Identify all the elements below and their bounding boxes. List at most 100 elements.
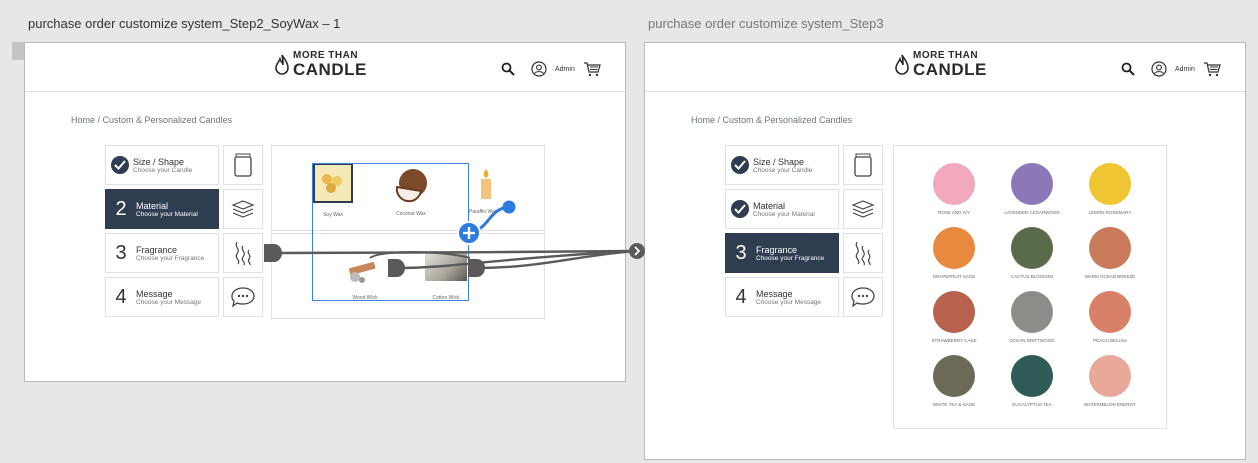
candle-image [481, 169, 491, 199]
fragrance-label: LAVENDER CEDARWOOD [1004, 210, 1060, 215]
step-subtitle: Choose your Material [136, 210, 198, 218]
breadcrumb[interactable]: Home / Custom & Personalized Candles [691, 115, 852, 125]
flame-icon [275, 54, 289, 75]
scent-icon[interactable] [223, 233, 263, 273]
selection-box[interactable] [312, 163, 469, 301]
fragrance-label: GRAPEFRUIT SAGE [932, 274, 976, 279]
step-material[interactable]: 2 Material Choose your Material [105, 189, 219, 229]
fragrance-swatch [933, 163, 975, 205]
step-subtitle: Choose your Fragrance [136, 254, 205, 262]
admin-label[interactable]: Admin [1175, 66, 1195, 73]
breadcrumb[interactable]: Home / Custom & Personalized Candles [71, 115, 232, 125]
fragrance-label: LEMON ROSEMARY [1088, 210, 1132, 215]
fragrance-swatch [933, 227, 975, 269]
user-icon[interactable] [1151, 61, 1167, 77]
logo-line2: CANDLE [913, 60, 987, 79]
step-title: Size / Shape [753, 156, 805, 167]
fragrance-label: STRAWBERRY CAKE [931, 338, 977, 343]
fragrance-lemon-rosemary[interactable]: LEMON ROSEMARY [1075, 163, 1145, 215]
material-label: Paraffin Wax [469, 209, 498, 215]
canvas-handle[interactable] [12, 42, 24, 60]
fragrance-peach-bellini[interactable]: PEACH BELLINI [1075, 291, 1145, 343]
step-subtitle: Choose your Candle [133, 166, 193, 174]
fragrance-eucalyptus-tea[interactable]: EUCALYPTUS TEA [997, 355, 1067, 407]
fragrance-label: ROSE AND IVY [938, 210, 970, 215]
fragrance-watermelon-energy[interactable]: WATERMELON ENERGY [1075, 355, 1145, 407]
fragrance-label: WATERMELON ENERGY [1083, 402, 1136, 407]
fragrance-swatch [1011, 227, 1053, 269]
frame-title-step3: purchase order customize system_Step3 [648, 16, 884, 31]
frame-title-step2: purchase order customize system_Step2_So… [28, 16, 341, 31]
step-number: 2 [115, 197, 127, 220]
check-icon [111, 156, 129, 174]
cart-icon[interactable] [583, 61, 601, 77]
step-subtitle: Choose your Material [753, 210, 815, 218]
chevron-right-icon[interactable] [629, 243, 645, 259]
jar-icon[interactable] [223, 145, 263, 185]
fragrance-swatch [1089, 227, 1131, 269]
step-title: Message [136, 288, 173, 299]
message-bubble-icon[interactable] [843, 277, 883, 317]
fragrance-swatch [1011, 355, 1053, 397]
fragrance-label: WARM OCEAN BREEZE [1084, 274, 1136, 279]
fragrance-strawberry-cake[interactable]: STRAWBERRY CAKE [919, 291, 989, 343]
step-subtitle: Choose your Message [756, 298, 822, 306]
step-subtitle: Choose your Candle [753, 166, 813, 174]
cart-icon[interactable] [1203, 61, 1221, 77]
step-number: 3 [115, 241, 127, 264]
check-icon [731, 156, 749, 174]
fragrance-lavender-cedarwood[interactable]: LAVENDER CEDARWOOD [997, 163, 1067, 215]
flame-icon [895, 54, 909, 75]
step-title: Material [753, 200, 786, 211]
step-size-shape[interactable]: Size / Shape Choose your Candle [105, 145, 219, 185]
fragrance-white-tea-sage[interactable]: WHITE TEA & SAGE [919, 355, 989, 407]
step-subtitle: Choose your Fragrance [756, 254, 825, 262]
fragrance-swatch [1011, 291, 1053, 333]
layers-icon[interactable] [223, 189, 263, 229]
message-bubble-icon[interactable] [223, 277, 263, 317]
logo[interactable]: MORE THAN CANDLE [895, 51, 987, 78]
layers-icon[interactable] [843, 189, 883, 229]
step-message[interactable]: 4 Message Choose your Message [105, 277, 219, 317]
fragrance-swatch [1089, 163, 1131, 205]
user-icon[interactable] [531, 61, 547, 77]
logo-line2: CANDLE [293, 60, 367, 79]
step-number: 4 [115, 285, 127, 308]
check-icon [731, 200, 749, 218]
scent-icon[interactable] [843, 233, 883, 273]
fragrance-ocean-driftwood[interactable]: OCEAN DRIFTWOOD [997, 291, 1067, 343]
fragrance-swatch [1011, 163, 1053, 205]
frame-step2: MORE THAN CANDLE Admin Home / Custom & P… [24, 42, 626, 382]
fragrance-label: CACTUS BLOSSOM [1010, 274, 1053, 279]
step-title: Material [136, 200, 169, 211]
site-header: MORE THAN CANDLE Admin [645, 43, 1245, 92]
step-title: Fragrance [136, 244, 178, 255]
jar-icon[interactable] [843, 145, 883, 185]
fragrance-label: OCEAN DRIFTWOOD [1009, 338, 1055, 343]
step-title: Fragrance [756, 244, 798, 255]
step-size-shape[interactable]: Size / Shape Choose your Candle [725, 145, 839, 185]
site-header: MORE THAN CANDLE Admin [25, 43, 625, 92]
material-paraffin-wax[interactable]: Paraffin Wax [469, 167, 503, 215]
admin-label[interactable]: Admin [555, 66, 575, 73]
fragrance-cactus-blossom[interactable]: CACTUS BLOSSOM [997, 227, 1067, 279]
fragrance-swatch [933, 291, 975, 333]
step-title: Size / Shape [133, 156, 185, 167]
fragrance-warm-ocean-breeze[interactable]: WARM OCEAN BREEZE [1075, 227, 1145, 279]
step-subtitle: Choose your Message [136, 298, 202, 306]
step-title: Message [756, 288, 793, 299]
step-message[interactable]: 4 Message Choose your Message [725, 277, 839, 317]
logo[interactable]: MORE THAN CANDLE [275, 51, 367, 78]
step-fragrance[interactable]: 3 Fragrance Choose your Fragrance [105, 233, 219, 273]
step-fragrance[interactable]: 3 Fragrance Choose your Fragrance [725, 233, 839, 273]
search-icon[interactable] [501, 62, 515, 76]
step-number: 3 [735, 241, 747, 264]
step-material[interactable]: Material Choose your Material [725, 189, 839, 229]
fragrance-swatch [933, 355, 975, 397]
frame-step3: MORE THAN CANDLE Admin Home / Custom & P… [644, 42, 1246, 460]
fragrance-label: WHITE TEA & SAGE [932, 402, 976, 407]
fragrance-label: PEACH BELLINI [1093, 338, 1127, 343]
fragrance-rose-and-ivy[interactable]: ROSE AND IVY [919, 163, 989, 215]
fragrance-grapefruit-sage[interactable]: GRAPEFRUIT SAGE [919, 227, 989, 279]
search-icon[interactable] [1121, 62, 1135, 76]
